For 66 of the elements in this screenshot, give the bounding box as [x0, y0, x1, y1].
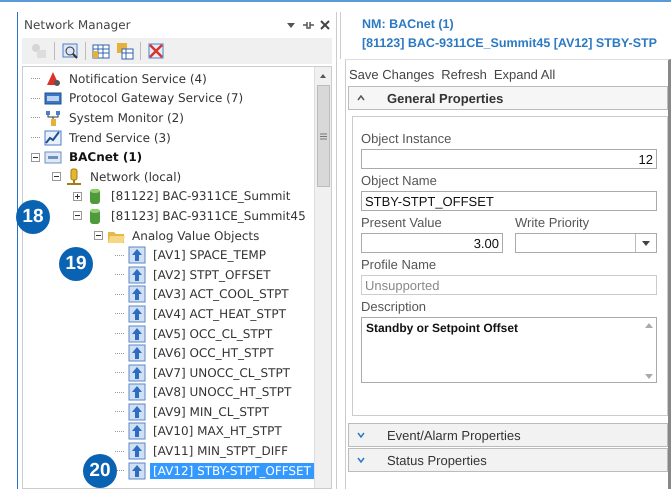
tree-item[interactable]: [AV11] MIN_STPT_DIFF — [150, 443, 292, 460]
scroll-up-icon — [645, 323, 653, 328]
header-title: NM: BACnet (1) — [362, 16, 454, 33]
section-header[interactable]: Status Properties — [348, 448, 668, 472]
expander-toggle[interactable] — [31, 152, 40, 162]
tree-item[interactable]: Analog Value Objects — [129, 228, 262, 244]
expander-toggle[interactable] — [73, 192, 82, 201]
tree-item[interactable]: [AV4] ACT_HEAT_STPT — [150, 306, 289, 322]
field-label: Description — [361, 299, 428, 314]
chart-icon — [44, 128, 62, 147]
tree-item[interactable]: Protocol Gateway Service (7) — [66, 90, 246, 106]
tree-item[interactable]: [AV3] ACT_COOL_STPT — [150, 286, 292, 302]
expander-toggle[interactable] — [94, 231, 103, 240]
expand-icon — [357, 432, 365, 438]
tree-item[interactable]: BACnet (1) — [66, 149, 146, 166]
scroll-down-icon — [645, 374, 653, 379]
network-icon — [65, 168, 83, 186]
input-field[interactable]: STBY-STPT_OFFSET — [361, 191, 657, 211]
toolbar-link[interactable]: Expand All — [494, 67, 556, 82]
delete-button[interactable] — [147, 42, 165, 60]
caret-icon — [642, 240, 650, 246]
tree-item[interactable]: Notification Service (4) — [66, 70, 210, 87]
tree-item[interactable]: [AV2] STPT_OFFSET — [150, 266, 274, 283]
collapse-icon — [357, 95, 365, 101]
tree-item[interactable]: System Monitor (2) — [66, 110, 187, 126]
callout-badge: 20 — [83, 454, 117, 488]
toolbar-link[interactable]: Refresh — [441, 67, 487, 82]
panel-title: Network Manager — [24, 18, 132, 32]
expander-toggle[interactable] — [52, 172, 61, 182]
callout-badge: 18 — [16, 200, 50, 234]
dropdown-field[interactable] — [515, 233, 657, 253]
section-header[interactable]: General Properties — [348, 86, 668, 110]
pin-button[interactable] — [302, 20, 314, 30]
tree-item[interactable]: [AV7] UNOCC_CL_STPT — [150, 364, 294, 381]
tree-item[interactable]: Network (local) — [87, 168, 184, 185]
text-area[interactable]: Standby or Setpoint Offset — [361, 317, 657, 383]
input-field[interactable]: 3.00 — [361, 233, 503, 253]
field-label: Object Name — [361, 173, 438, 188]
expander-toggle[interactable] — [73, 211, 82, 220]
callout-badge: 19 — [59, 247, 93, 281]
hierarchy-icon — [44, 108, 62, 127]
scrollbar-thumb[interactable] — [316, 85, 330, 187]
tree-item[interactable]: [AV1] SPACE_TEMP — [150, 247, 270, 264]
tree-item[interactable]: Trend Service (3) — [66, 130, 174, 146]
header-title: [81123] BAC-9311CE_Summit45 [AV12] STBY-STP — [362, 35, 658, 52]
copy-button[interactable] — [116, 42, 134, 60]
tree-item[interactable]: [81123] BAC-9311CE_Summit45 — [108, 208, 309, 224]
dropdown-button[interactable] — [286, 20, 296, 30]
field-label: Object Instance — [361, 131, 452, 146]
tree-item[interactable]: [81122] BAC-9311CE_Summit — [108, 188, 294, 204]
tree-item[interactable]: [AV10] MAX_HT_STPT — [150, 423, 285, 440]
field-label: Write Priority — [515, 215, 590, 230]
toolbar-link[interactable]: Save Changes — [349, 67, 434, 82]
grip-icon — [320, 132, 326, 140]
preview-button[interactable] — [61, 42, 79, 60]
tree-item[interactable]: [AV5] OCC_CL_STPT — [150, 326, 276, 342]
tree-item[interactable]: [AV9] MIN_CL_STPT — [150, 404, 272, 420]
expand-icon — [357, 457, 365, 463]
table-button[interactable] — [92, 42, 110, 60]
field-label: Profile Name — [361, 257, 438, 272]
input-field[interactable]: 12 — [361, 149, 657, 169]
field-label: Present Value — [361, 215, 443, 230]
section-header[interactable]: Event/Alarm Properties — [348, 423, 668, 447]
close-button[interactable] — [320, 20, 330, 30]
tree-item[interactable]: [AV8] UNOCC_HT_STPT — [150, 384, 294, 400]
tree-item[interactable]: [AV6] OCC_HT_STPT — [150, 345, 277, 362]
